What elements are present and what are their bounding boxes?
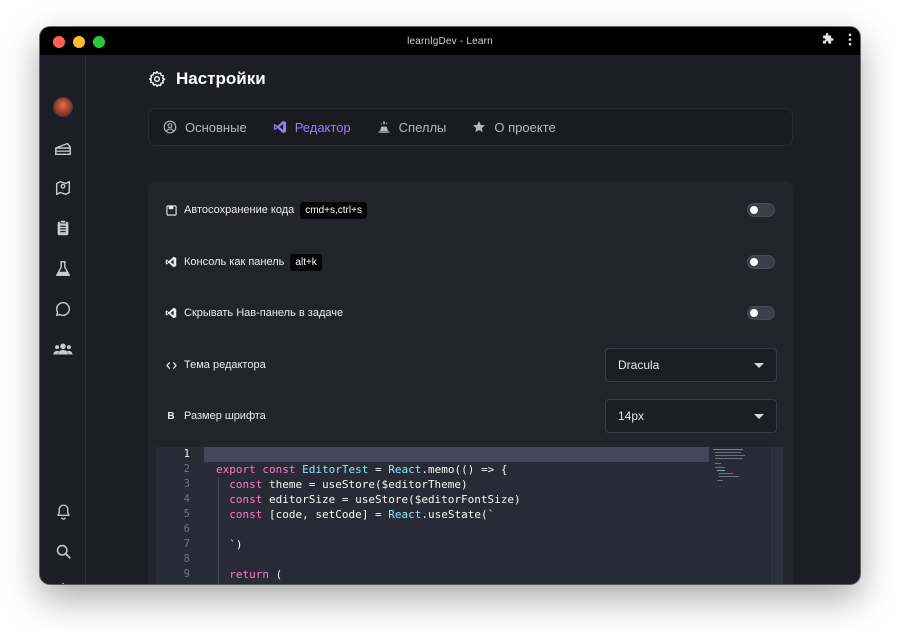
line-number: 6 bbox=[183, 523, 190, 535]
active-line-highlight bbox=[204, 447, 709, 462]
sidebar-item-lab[interactable] bbox=[52, 258, 74, 280]
floppy-disk-icon bbox=[164, 203, 178, 217]
console-panel-toggle[interactable] bbox=[747, 255, 775, 269]
code-line: export const EditorTest = React.memo(() … bbox=[216, 463, 508, 476]
select-value: 14px bbox=[618, 409, 645, 423]
settings-page: Настройки Основные Редактор Спеллы О про… bbox=[86, 55, 860, 584]
users-icon bbox=[53, 343, 73, 355]
bold-text-icon: B bbox=[167, 410, 175, 422]
sidebar-item-tasks[interactable] bbox=[52, 217, 74, 239]
setting-autosave: Автосохранение кода cmd+s,ctrl+s bbox=[164, 196, 777, 224]
tab-general[interactable]: Основные bbox=[161, 120, 261, 135]
window-controls bbox=[53, 36, 105, 48]
line-number: 1 bbox=[183, 448, 190, 460]
line-number: 8 bbox=[183, 553, 190, 565]
line-number: 7 bbox=[183, 538, 190, 550]
tab-label: О проекте bbox=[494, 119, 556, 135]
line-number: 9 bbox=[183, 568, 190, 580]
settings-tabs: Основные Редактор Спеллы О проекте bbox=[148, 108, 793, 146]
cake-icon bbox=[55, 142, 71, 156]
tab-label: Спеллы bbox=[398, 119, 447, 135]
star-icon bbox=[473, 121, 486, 133]
shortcut-badge: alt+k bbox=[290, 253, 322, 271]
setting-font-size: B Размер шрифта 14px bbox=[164, 399, 777, 433]
editor-scrollbar[interactable] bbox=[771, 447, 783, 584]
avatar[interactable] bbox=[53, 97, 73, 117]
shortcut-badge: cmd+s,ctrl+s bbox=[300, 201, 367, 219]
user-avatar[interactable] bbox=[52, 96, 74, 118]
code-line: const [code, setCode] = React.useState(` bbox=[229, 508, 495, 521]
vscode-icon bbox=[164, 306, 178, 320]
setting-hide-nav: Скрывать Нав-панель в задаче bbox=[164, 299, 777, 327]
font-size-select[interactable]: 14px bbox=[605, 399, 777, 433]
sidebar bbox=[40, 55, 86, 584]
sidebar-item-cake[interactable] bbox=[52, 137, 74, 159]
code-line: const theme = useStore($editorTheme) bbox=[229, 478, 468, 491]
tab-label: Редактор bbox=[294, 119, 351, 135]
line-number: 2 bbox=[183, 463, 190, 475]
setting-console-panel: Консоль как панель alt+k bbox=[164, 248, 777, 276]
gear-icon bbox=[62, 582, 65, 584]
autosave-toggle[interactable] bbox=[747, 203, 775, 217]
maximize-window-button[interactable] bbox=[93, 36, 105, 48]
close-window-button[interactable] bbox=[53, 36, 65, 48]
code-line: return ( bbox=[229, 568, 283, 581]
bell-icon bbox=[56, 503, 70, 520]
window-title: learnlgDev - Learn bbox=[407, 35, 493, 47]
page-header: Настройки bbox=[148, 69, 266, 89]
line-number: 5 bbox=[183, 508, 190, 520]
sidebar-item-notifications[interactable] bbox=[52, 500, 74, 522]
tab-about[interactable]: О проекте bbox=[470, 120, 569, 135]
tab-editor[interactable]: Редактор bbox=[271, 120, 365, 135]
line-number: 4 bbox=[183, 493, 190, 505]
setting-label: Скрывать Нав-панель в задаче bbox=[184, 307, 344, 319]
editor-theme-select[interactable]: Dracula bbox=[605, 348, 777, 382]
clipboard-list-icon bbox=[57, 219, 69, 236]
minimize-window-button[interactable] bbox=[73, 36, 85, 48]
select-value: Dracula bbox=[618, 358, 660, 372]
sidebar-item-chat[interactable] bbox=[52, 298, 74, 320]
flask-icon bbox=[55, 261, 71, 277]
setting-label: Тема редактора bbox=[184, 359, 266, 371]
more-vertical-icon[interactable] bbox=[848, 33, 852, 46]
line-number: 3 bbox=[183, 478, 190, 490]
title-bar: learnlgDev - Learn bbox=[40, 27, 860, 55]
spell-book-icon bbox=[378, 120, 389, 133]
tab-spells[interactable]: Спеллы bbox=[375, 120, 461, 135]
map-pin-icon bbox=[55, 180, 71, 196]
user-circle-icon bbox=[163, 120, 177, 134]
sidebar-item-community[interactable] bbox=[52, 338, 74, 360]
code-line: `) bbox=[216, 538, 243, 551]
sidebar-item-map[interactable] bbox=[52, 177, 74, 199]
gear-icon bbox=[148, 70, 166, 88]
setting-label: Автосохранение кода bbox=[184, 204, 295, 216]
search-icon bbox=[56, 544, 71, 559]
line-number: 10 bbox=[156, 582, 190, 584]
code-brackets-icon bbox=[164, 358, 178, 372]
editor-settings-panel: Автосохранение кода cmd+s,ctrl+s Консоль… bbox=[148, 181, 793, 584]
sidebar-item-settings[interactable] bbox=[52, 580, 74, 584]
vscode-icon bbox=[164, 255, 178, 269]
app-window: learnlgDev - Learn Настройки Основные Ре… bbox=[40, 27, 860, 584]
setting-label: Консоль как панель bbox=[184, 256, 285, 268]
chevron-down-icon bbox=[754, 363, 764, 368]
indent-guide bbox=[218, 477, 219, 584]
hide-nav-toggle[interactable] bbox=[747, 306, 775, 320]
line-number-gutter: 1234567891011 bbox=[156, 447, 204, 584]
vscode-icon bbox=[273, 120, 286, 134]
chat-bubble-icon bbox=[55, 301, 71, 317]
extensions-puzzle-icon[interactable] bbox=[821, 33, 834, 46]
sidebar-item-search[interactable] bbox=[52, 540, 74, 562]
setting-editor-theme: Тема редактора Dracula bbox=[164, 348, 777, 382]
code-line: const editorSize = useStore($editorFontS… bbox=[229, 493, 521, 506]
code-minimap[interactable] bbox=[711, 447, 759, 487]
code-line: <Editor bbox=[216, 582, 288, 584]
page-title: Настройки bbox=[176, 69, 266, 88]
code-editor-preview[interactable]: 1234567891011 export const EditorTest = … bbox=[156, 447, 783, 584]
tab-label: Основные bbox=[185, 119, 247, 135]
setting-label: Размер шрифта bbox=[184, 410, 266, 422]
chevron-down-icon bbox=[754, 414, 764, 419]
